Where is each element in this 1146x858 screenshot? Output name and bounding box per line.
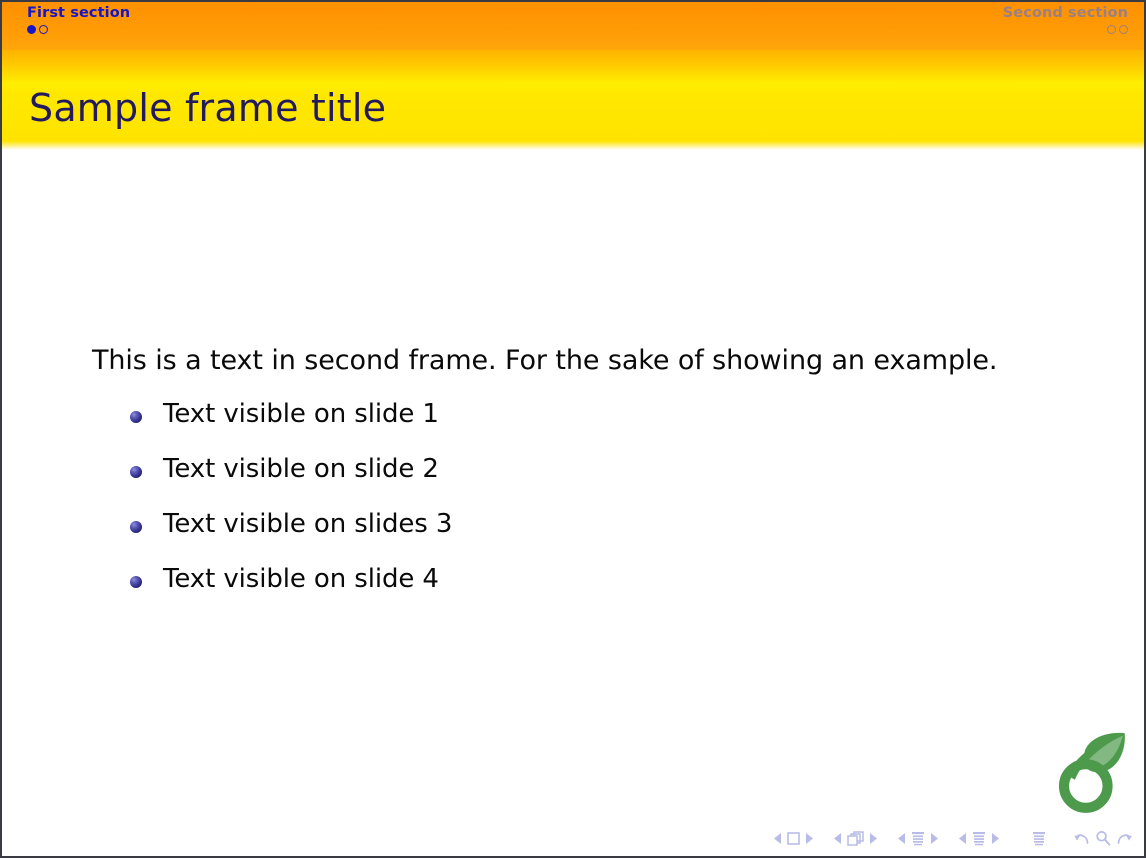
nav-group-subsection[interactable] (893, 831, 943, 846)
back-arrow-icon[interactable] (1074, 830, 1091, 846)
section-navigation-bar: First section Second section (2, 2, 1144, 50)
next-frame-icon[interactable] (869, 832, 877, 844)
overleaf-logo-icon (1053, 730, 1131, 814)
slide-body: This is a text in second frame. For the … (2, 150, 1144, 856)
nav-group-history[interactable] (1074, 830, 1132, 846)
bullet-ball-icon (130, 466, 142, 478)
section-dots-first (27, 24, 130, 36)
intro-paragraph: This is a text in second frame. For the … (92, 345, 998, 376)
list-item-label: Text visible on slide 4 (163, 564, 439, 594)
prev-subsection-icon[interactable] (898, 832, 906, 844)
next-subsection-icon[interactable] (930, 832, 938, 844)
forward-arrow-icon[interactable] (1115, 830, 1132, 846)
frame-title: Sample frame title (29, 86, 387, 130)
section-label-first: First section (27, 5, 131, 21)
section-entry-second[interactable]: Second section (1003, 5, 1128, 36)
list-item: Text visible on slides 3 (126, 509, 452, 539)
prev-section-icon[interactable] (959, 832, 967, 844)
bullet-ball-icon (130, 521, 142, 533)
bullet-ball-icon (130, 576, 142, 588)
list-item: Text visible on slide 1 (126, 399, 452, 429)
subsection-lines-icon[interactable] (911, 831, 925, 846)
slide-square-icon[interactable] (787, 831, 800, 845)
nav-group-slide[interactable] (769, 831, 818, 845)
bullet-list: Text visible on slide 1 Text visible on … (126, 399, 452, 619)
nav-group-presentation[interactable] (1032, 831, 1046, 846)
search-magnifier-icon[interactable] (1095, 830, 1111, 846)
beamer-navigation-symbols[interactable] (769, 827, 1132, 849)
section-lines-icon[interactable] (972, 831, 986, 846)
slide-dot-hollow[interactable] (1107, 25, 1116, 35)
beamer-slide: First section Second section Sample fram… (0, 0, 1146, 858)
bullet-ball-icon (130, 411, 142, 423)
frame-title-bar: Sample frame title (2, 50, 1144, 150)
section-dots-second (1003, 24, 1128, 36)
slide-dot-hollow[interactable] (39, 25, 48, 35)
nav-group-frame[interactable] (829, 830, 882, 846)
presentation-lines-icon[interactable] (1032, 831, 1046, 846)
prev-frame-icon[interactable] (834, 832, 842, 844)
list-item: Text visible on slide 4 (126, 564, 452, 594)
nav-group-section[interactable] (954, 831, 1004, 846)
list-item-label: Text visible on slide 2 (163, 454, 439, 484)
list-item-label: Text visible on slides 3 (163, 509, 453, 539)
next-section-icon[interactable] (991, 832, 999, 844)
section-entry-first[interactable]: First section (27, 5, 130, 36)
next-slide-icon[interactable] (805, 832, 813, 844)
slide-dot-filled[interactable] (27, 25, 36, 35)
prev-slide-icon[interactable] (774, 832, 782, 844)
list-item: Text visible on slide 2 (126, 454, 452, 484)
slide-dot-hollow[interactable] (1119, 25, 1128, 35)
section-label-second: Second section (1002, 5, 1128, 21)
list-item-label: Text visible on slide 1 (163, 399, 439, 429)
frame-stack-icon[interactable] (847, 830, 864, 846)
